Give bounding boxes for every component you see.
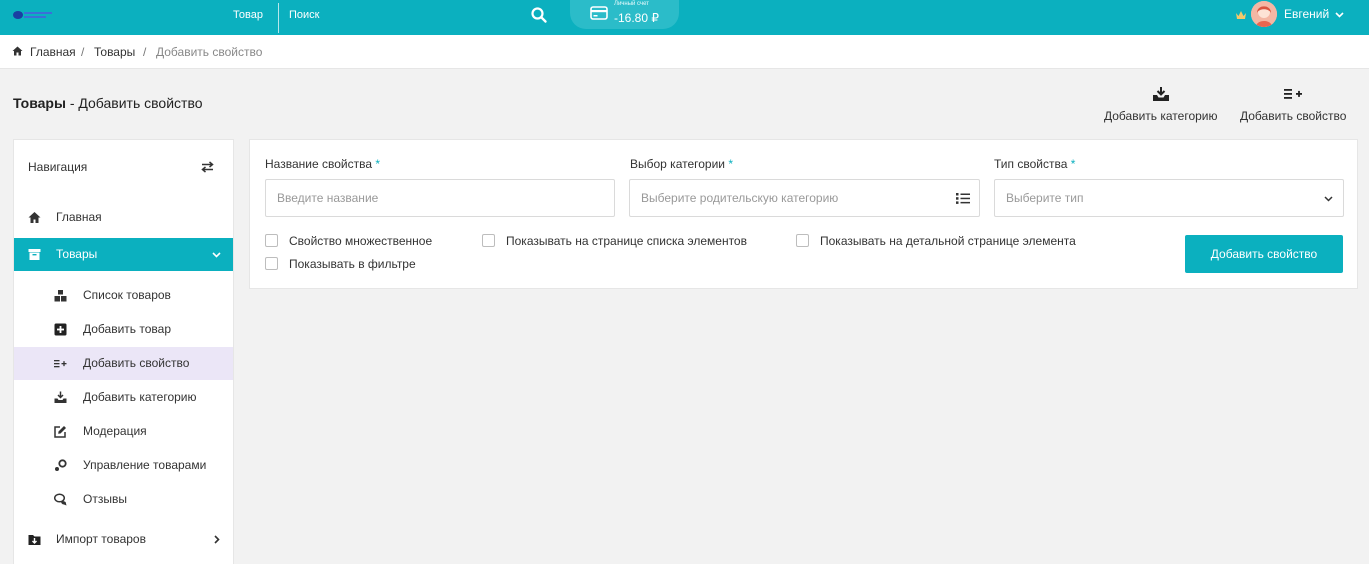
category-field-label: Выбор категории * — [630, 157, 733, 171]
list-icon[interactable] — [956, 192, 970, 205]
sidebar-subitem-label: Управление товарами — [83, 458, 207, 472]
edit-icon — [54, 426, 66, 438]
property-name-placeholder: Введите название — [277, 191, 379, 205]
breadcrumb-separator: / — [143, 45, 147, 59]
breadcrumb-products[interactable]: Товары — [94, 45, 135, 59]
add-property-label: Добавить свойство — [1240, 109, 1347, 123]
checkbox-square[interactable] — [796, 234, 809, 247]
add-property-button[interactable]: Добавить свойство — [1185, 235, 1343, 273]
sidebar-item-products[interactable]: Товары — [14, 238, 233, 271]
archive-box-icon — [28, 249, 41, 260]
crown-icon — [1236, 11, 1246, 19]
sidebar-subitem-label: Отзывы — [83, 492, 127, 506]
balance-widget[interactable]: Личный счет -16.80 ₽ — [570, 0, 679, 29]
checkbox-square[interactable] — [482, 234, 495, 247]
name-field-label: Название свойства * — [265, 157, 380, 171]
logo-icon[interactable] — [12, 9, 54, 21]
checkbox-label: Показывать на детальной странице элемент… — [820, 234, 1076, 248]
sidebar-subitem-product-list[interactable]: Список товаров — [14, 279, 233, 312]
add-category-label: Добавить категорию — [1104, 109, 1218, 123]
sidebar-item-label: Товары — [56, 247, 98, 261]
name-label-text: Название свойства — [265, 157, 372, 171]
checkbox-detail-page[interactable]: Показывать на детальной странице элемент… — [796, 234, 1096, 248]
add-category-action[interactable]: Добавить категорию — [1104, 86, 1218, 123]
top-bar: Товар Поиск Личный счет -16.80 ₽ Евгений — [0, 0, 1369, 35]
checkbox-square[interactable] — [265, 257, 278, 270]
sidebar-item-label: Импорт товаров — [56, 532, 146, 546]
checkbox-label: Показывать в фильтре — [289, 257, 416, 271]
breadcrumb-home[interactable]: Главная — [30, 45, 76, 59]
avatar[interactable] — [1251, 1, 1277, 27]
checkbox-multiple[interactable]: Свойство множественное — [265, 234, 455, 248]
chevron-right-icon — [214, 535, 220, 544]
list-plus-icon — [54, 360, 67, 368]
inbox-download-icon — [54, 391, 67, 403]
chevron-down-icon — [1324, 196, 1333, 202]
sidebar-subitem-moderation[interactable]: Модерация — [14, 415, 233, 448]
sidebar-subitem-add-property[interactable]: Добавить свойство — [14, 347, 233, 380]
list-plus-icon — [1284, 89, 1303, 99]
add-property-action[interactable]: Добавить свойство — [1240, 86, 1346, 123]
chat-bubbles-icon — [54, 493, 67, 506]
tab-product[interactable]: Товар — [233, 9, 263, 21]
search-icon[interactable] — [530, 6, 548, 24]
type-select[interactable]: Выберите тип — [994, 179, 1344, 217]
property-form: Название свойства * Введите название Выб… — [249, 139, 1358, 289]
boxes-icon — [54, 290, 67, 302]
type-label-text: Тип свойства — [994, 157, 1068, 171]
checkbox-label: Свойство множественное — [289, 234, 433, 248]
required-mark: * — [375, 157, 381, 171]
sidebar-heading: Навигация — [28, 160, 88, 174]
swap-arrows-icon[interactable] — [201, 161, 214, 173]
home-icon — [28, 212, 41, 223]
sidebar-subitem-label: Добавить категорию — [83, 390, 197, 404]
balance-label: Личный счет — [614, 1, 650, 7]
page-title: Товары - Добавить свойство — [13, 95, 203, 111]
required-mark: * — [728, 157, 734, 171]
sidebar-item-label: Главная — [56, 210, 102, 224]
sidebar-subitem-label: Список товаров — [83, 288, 171, 302]
category-select[interactable]: Выберите родительскую категорию — [629, 179, 980, 217]
sidebar-subitem-label: Добавить товар — [83, 322, 171, 336]
plus-square-icon — [54, 323, 67, 336]
sidebar-subitem-label: Модерация — [83, 424, 147, 438]
category-placeholder: Выберите родительскую категорию — [641, 191, 839, 205]
sidebar: Навигация Главная Товары Список товаров — [13, 139, 234, 564]
checkbox-square[interactable] — [265, 234, 278, 247]
sidebar-subitem-label: Добавить свойство — [83, 356, 190, 370]
tab-search[interactable]: Поиск — [289, 9, 319, 21]
chevron-down-icon — [212, 252, 221, 258]
sidebar-subitem-manage-products[interactable]: Управление товарами — [14, 449, 233, 482]
inbox-download-icon — [1152, 87, 1169, 101]
checkbox-filter[interactable]: Показывать в фильтре — [265, 257, 455, 271]
breadcrumb: Главная / Товары / Добавить свойство — [0, 35, 1369, 69]
breadcrumb-separator: / — [81, 45, 85, 59]
home-icon — [12, 46, 23, 56]
top-divider — [278, 3, 279, 33]
gears-icon — [55, 459, 67, 471]
property-name-input[interactable]: Введите название — [265, 179, 615, 217]
sidebar-subitem-add-category[interactable]: Добавить категорию — [14, 381, 233, 414]
type-field-label: Тип свойства * — [994, 157, 1075, 171]
sidebar-item-import[interactable]: Импорт товаров — [14, 523, 233, 556]
sidebar-subitem-reviews[interactable]: Отзывы — [14, 483, 233, 516]
checkbox-label: Показывать на странице списка элементов — [506, 234, 747, 248]
checkbox-list-page[interactable]: Показывать на странице списка элементов — [482, 234, 772, 248]
user-name[interactable]: Евгений — [1284, 7, 1329, 21]
folder-download-icon — [28, 535, 41, 545]
breadcrumb-current: Добавить свойство — [156, 45, 263, 59]
sidebar-subitem-add-product[interactable]: Добавить товар — [14, 313, 233, 346]
page-title-subtitle: - Добавить свойство — [65, 95, 203, 111]
page-title-section: Товары — [13, 95, 66, 111]
type-placeholder: Выберите тип — [1006, 191, 1084, 205]
chevron-down-icon[interactable] — [1335, 10, 1344, 19]
required-mark: * — [1070, 157, 1076, 171]
sidebar-item-home[interactable]: Главная — [14, 201, 233, 234]
avatar-image — [1251, 1, 1277, 27]
category-label-text: Выбор категории — [630, 157, 726, 171]
balance-amount: -16.80 ₽ — [614, 11, 659, 25]
credit-card-icon — [590, 6, 608, 20]
